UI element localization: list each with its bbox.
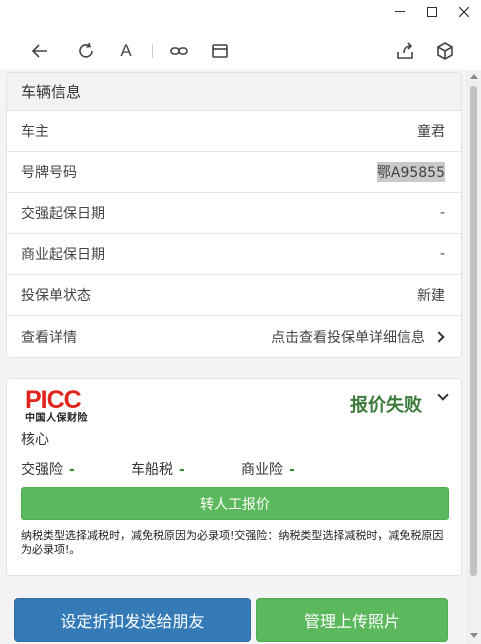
row-value: 新建 — [417, 288, 445, 304]
minimize-icon[interactable] — [392, 4, 408, 20]
quote-status: 报价失败 — [350, 395, 422, 416]
font-size-glyph: A — [120, 41, 132, 60]
vertical-scrollbar[interactable] — [466, 70, 481, 644]
scroll-thumb[interactable] — [470, 86, 477, 576]
maximize-icon[interactable] — [424, 4, 440, 20]
insurance-value: - — [179, 462, 185, 478]
insurance-vessel-tax: 车船税 - — [131, 459, 185, 479]
chevron-down-icon[interactable] — [437, 389, 449, 401]
browser-toolbar: A — [0, 28, 481, 74]
plate-row: 号牌号码 鄂A95855 — [7, 152, 461, 193]
commercial-start-row: 商业起保日期 - — [7, 234, 461, 275]
owner-row: 车主 童君 — [7, 111, 461, 152]
chevron-right-icon — [433, 330, 445, 343]
insurance-value: - — [69, 462, 75, 478]
row-label: 投保单状态 — [21, 288, 91, 304]
window-titlebar — [0, 0, 481, 24]
insurance-compulsory: 交强险 - — [21, 459, 75, 479]
manage-photos-button[interactable]: 管理上传照片 — [256, 598, 448, 642]
send-discount-button[interactable]: 设定折扣发送给朋友 — [14, 598, 251, 642]
vehicle-info-card: 车辆信息 车主 童君 号牌号码 鄂A95855 交强起保日期 - 商业起保日期 … — [6, 72, 462, 358]
close-icon[interactable] — [456, 4, 472, 20]
picc-logo: PICC 中国人保财险 — [25, 387, 125, 427]
package-icon[interactable] — [432, 38, 458, 64]
row-value: 童君 — [417, 124, 445, 140]
refresh-icon[interactable] — [73, 38, 99, 64]
insurance-label: 交强险 — [21, 462, 63, 478]
vehicle-info-title: 车辆信息 — [7, 73, 461, 111]
row-label: 交强起保日期 — [21, 206, 105, 222]
insurance-label: 车船税 — [131, 462, 173, 478]
row-label: 查看详情 — [21, 329, 77, 346]
plate-value: 鄂A95855 — [376, 162, 445, 182]
row-value: 点击查看投保单详细信息 — [271, 329, 425, 346]
quote-card: PICC 中国人保财险 报价失败 核心 交强险 - 车船税 - 商业险 - 转人工报价… — [6, 378, 462, 576]
row-value: - — [439, 246, 445, 262]
scroll-up-icon[interactable] — [470, 74, 478, 79]
window-icon[interactable] — [207, 38, 233, 64]
core-label: 核心 — [21, 432, 49, 448]
tax-note: 纳税类型选择减税时，减免税原因为必录项!交强险：纳税类型选择减税时，减免税原因为… — [21, 529, 444, 556]
logo-subtext: 中国人保财险 — [25, 413, 88, 424]
row-label: 车主 — [21, 124, 49, 140]
insurance-commercial: 商业险 - — [241, 459, 295, 479]
compulsory-start-row: 交强起保日期 - — [7, 193, 461, 234]
view-details-row[interactable]: 查看详情 点击查看投保单详细信息 — [7, 316, 461, 357]
view-details-link[interactable]: 点击查看投保单详细信息 — [271, 327, 445, 347]
back-arrow-icon[interactable] — [27, 38, 53, 64]
scroll-down-icon[interactable] — [470, 633, 478, 638]
policy-status-row: 投保单状态 新建 — [7, 275, 461, 316]
row-label: 商业起保日期 — [21, 247, 105, 263]
insurance-value: - — [289, 462, 295, 478]
link-icon[interactable] — [166, 38, 192, 64]
row-value: - — [439, 205, 445, 221]
toolbar-separator — [152, 44, 153, 58]
insurance-label: 商业险 — [241, 462, 283, 478]
page-content: 车辆信息 车主 童君 号牌号码 鄂A95855 交强起保日期 - 商业起保日期 … — [0, 70, 466, 644]
manual-quote-button[interactable]: 转人工报价 — [21, 487, 449, 520]
font-size-icon[interactable]: A — [113, 38, 139, 64]
share-icon[interactable] — [392, 38, 418, 64]
row-label: 号牌号码 — [21, 165, 77, 181]
logo-text: PICC — [25, 386, 82, 414]
